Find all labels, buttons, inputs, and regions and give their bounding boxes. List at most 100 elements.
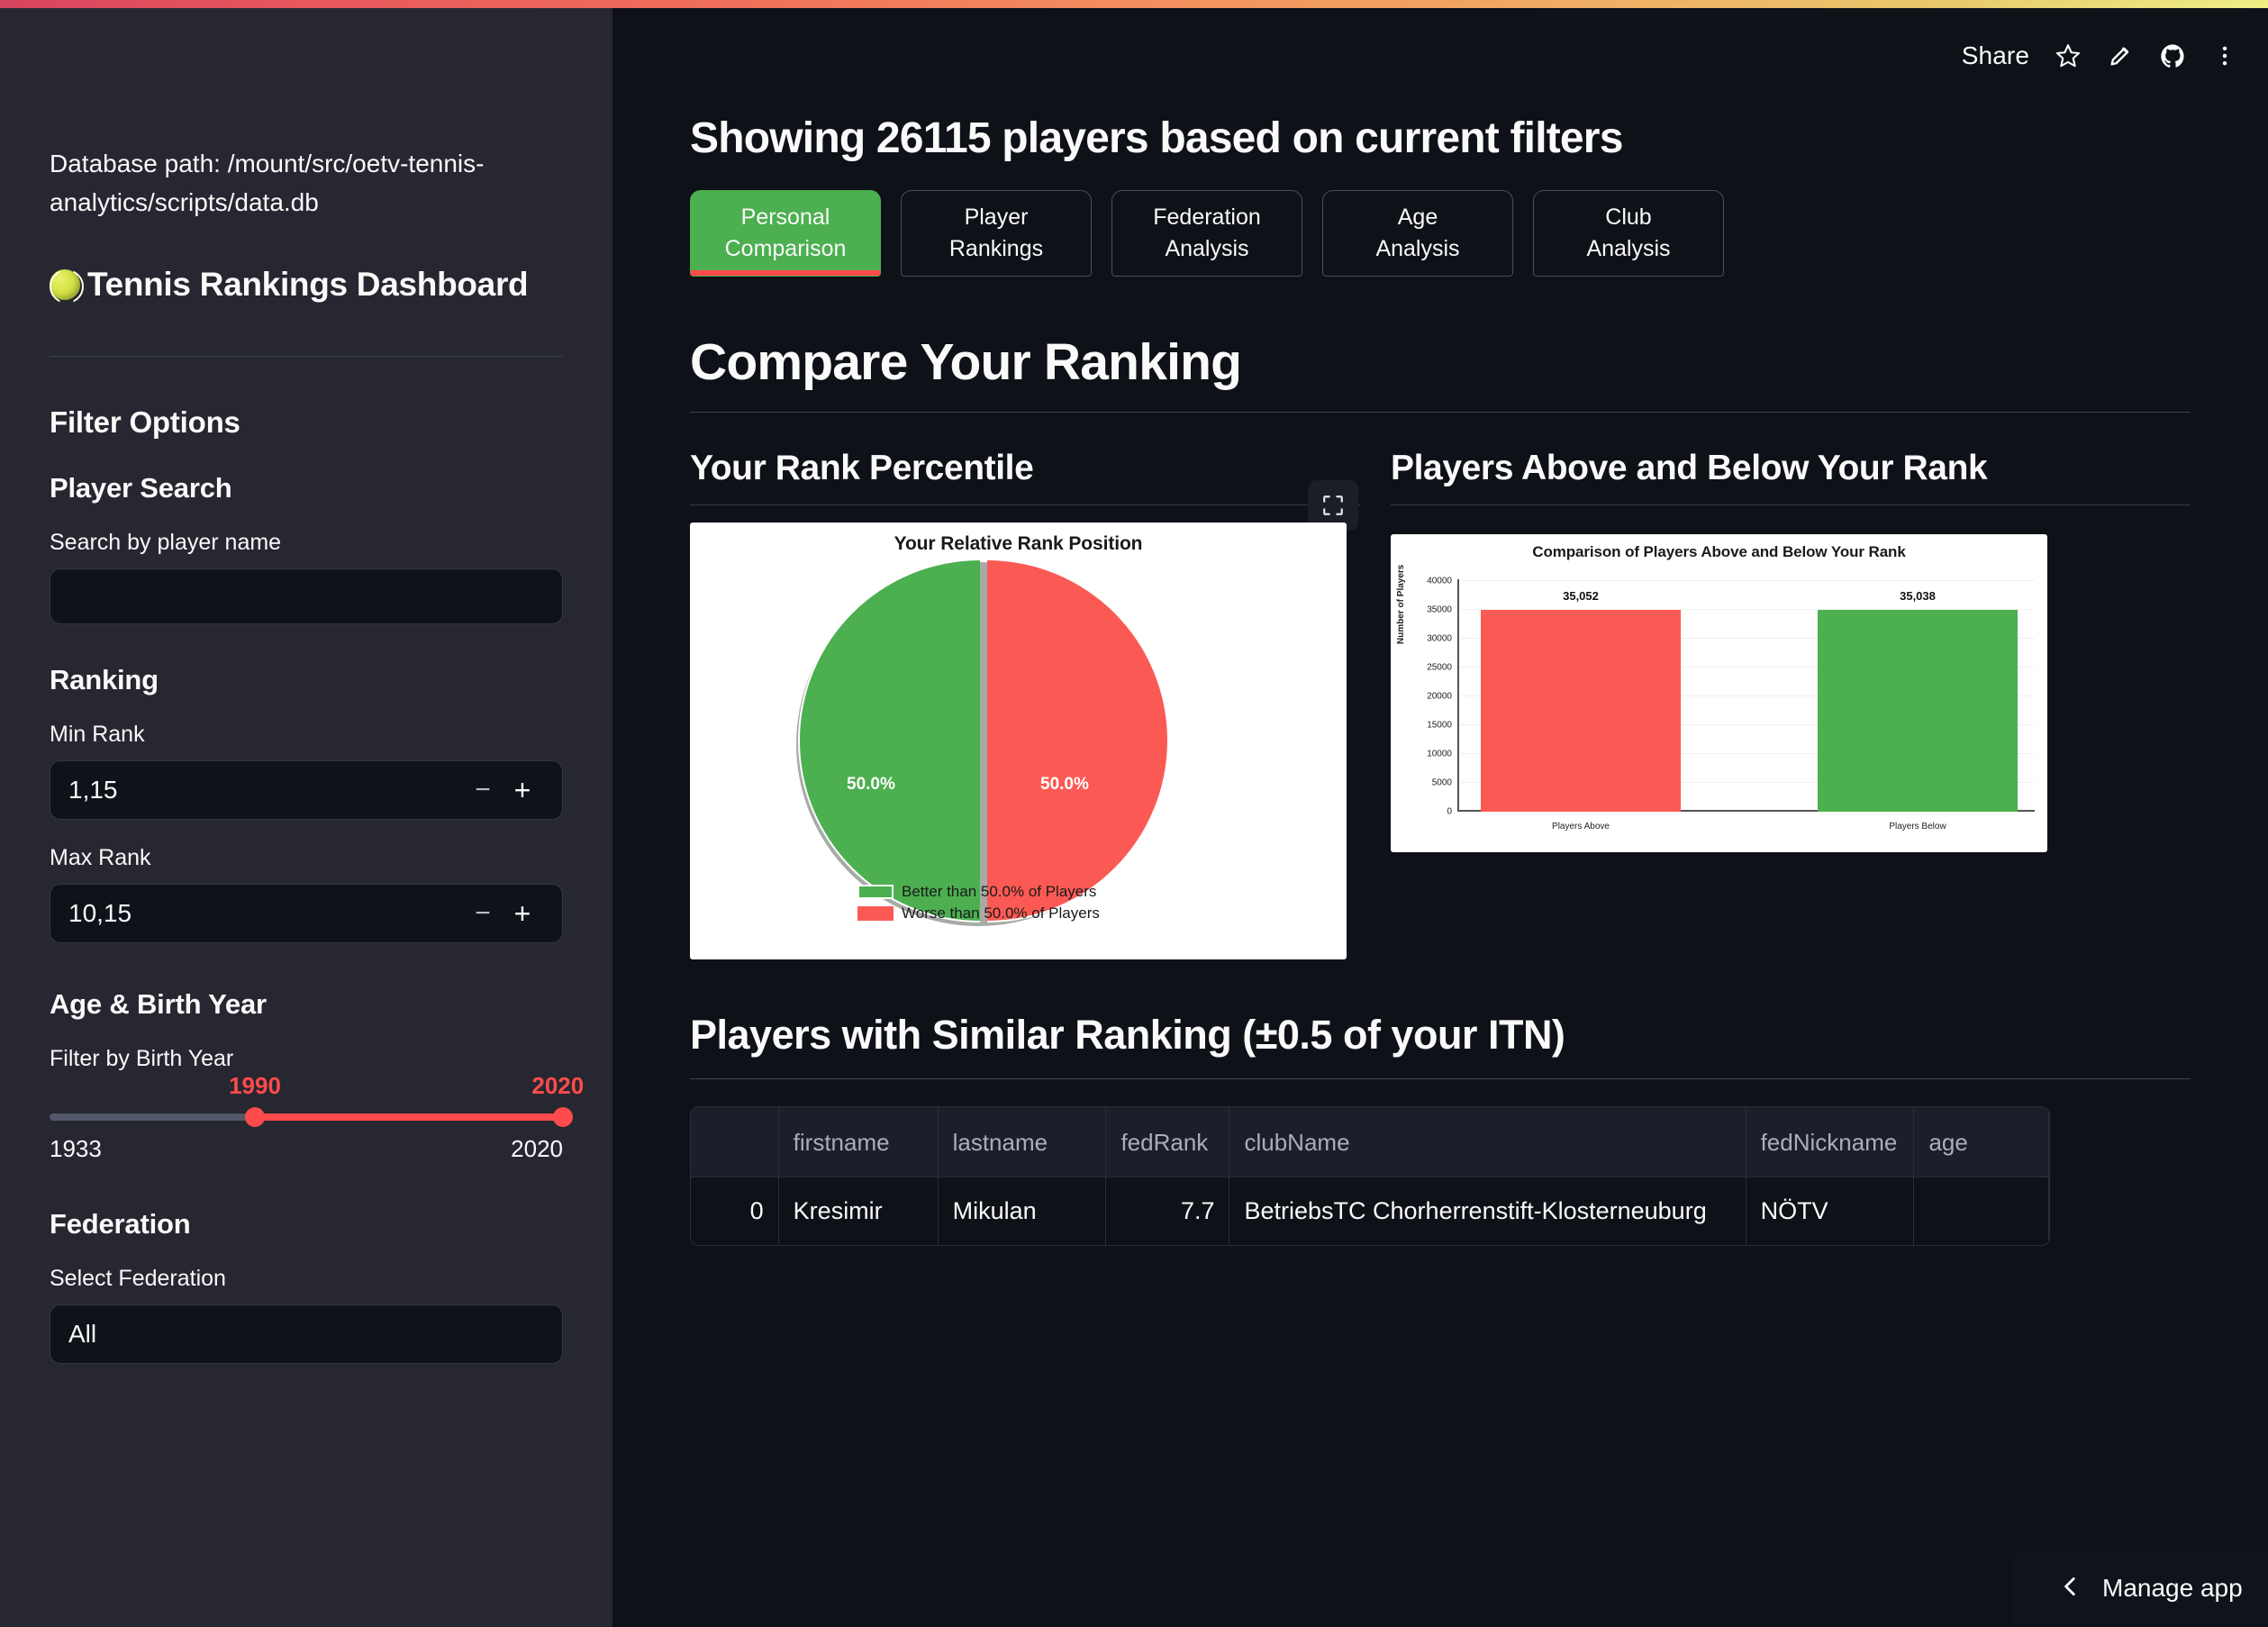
sidebar-divider (50, 355, 563, 357)
bar-chart-stage: Number of Players 40000 35000 30000 2500… (1391, 561, 2047, 846)
y-tick-label: 15000 (1427, 720, 1452, 731)
max-rank-stepper[interactable]: 10,15 − + (50, 883, 563, 943)
app-root: Database path: /mount/src/oetv-tennis-an… (0, 0, 2268, 1627)
federation-select[interactable]: All (50, 1304, 563, 1364)
pie-label-better: 50.0% (847, 774, 895, 794)
cell-lastname: Mikulan (938, 1177, 1107, 1245)
y-axis-line (1457, 578, 1459, 812)
bar-players-below (1818, 609, 2018, 812)
birth-year-range-slider[interactable]: 1990 2020 1933 2020 (50, 1072, 584, 1163)
tab-club-analysis[interactable]: Club Analysis (1533, 190, 1724, 277)
page-title: Compare Your Ranking (690, 333, 1242, 391)
page-title-divider (690, 412, 2191, 413)
overflow-menu-icon[interactable] (2212, 43, 2237, 68)
pie-slice-worse (987, 558, 1169, 923)
star-icon[interactable] (2055, 42, 2082, 69)
tab-federation-analysis[interactable]: Federation Analysis (1111, 190, 1302, 277)
manage-app-label: Manage app (2102, 1574, 2243, 1602)
min-rank-label: Min Rank (50, 721, 145, 747)
similar-players-table[interactable]: firstname lastname fedRank clubName fedN… (690, 1105, 2050, 1246)
pencil-icon[interactable] (2107, 42, 2134, 69)
federation-selected-value: All (68, 1319, 97, 1348)
showing-players-title: Showing 26115 players based on current f… (690, 114, 1623, 162)
players-above-below-divider (1391, 504, 2191, 505)
age-birth-year-heading: Age & Birth Year (50, 987, 267, 1020)
rank-percentile-heading: Your Rank Percentile (690, 449, 1034, 487)
y-tick-label: 25000 (1427, 662, 1452, 673)
pie-chart-title: Your Relative Rank Position (894, 532, 1143, 554)
column-header-index[interactable] (691, 1106, 779, 1177)
y-tick-label: 10000 (1427, 749, 1452, 759)
pie-label-worse: 50.0% (1040, 774, 1089, 794)
bar-value-players-below: 35,038 (1900, 588, 1936, 603)
filter-options-heading: Filter Options (50, 404, 240, 439)
column-header-clubname[interactable]: clubName (1229, 1106, 1746, 1177)
column-header-firstname[interactable]: firstname (778, 1106, 939, 1177)
github-icon[interactable] (2159, 42, 2187, 70)
ranking-heading: Ranking (50, 663, 159, 695)
pie-chart-stage: 50.0% 50.0% Better than 50.0% of Players… (690, 555, 1347, 942)
y-tick-label: 20000 (1427, 691, 1452, 702)
slider-track[interactable] (50, 1106, 573, 1127)
max-rank-label: Max Rank (50, 844, 151, 870)
share-button[interactable]: Share (1962, 41, 2029, 70)
pie-chart: Your Relative Rank Position 50.0% 50.0% … (690, 522, 1347, 959)
y-tick-label: 5000 (1431, 777, 1452, 788)
legend-item: Better than 50.0% of Players (857, 883, 1100, 901)
player-search-input[interactable] (50, 568, 563, 624)
max-rank-increment-button[interactable]: + (503, 899, 542, 928)
legend-item: Worse than 50.0% of Players (857, 904, 1100, 923)
legend-label-better: Better than 50.0% of Players (902, 882, 1097, 900)
y-tick-label: 0 (1447, 806, 1452, 817)
sidebar: Database path: /mount/src/oetv-tennis-an… (0, 0, 612, 1627)
pie-slice-better (798, 558, 980, 923)
column-header-lastname[interactable]: lastname (938, 1106, 1107, 1177)
slider-thumb-high[interactable] (553, 1106, 573, 1127)
table-row[interactable]: 0 Kresimir Mikulan 7.7 BetriebsTC Chorhe… (691, 1177, 2049, 1245)
players-above-below-heading: Players Above and Below Your Rank (1391, 449, 1988, 487)
column-header-fedrank[interactable]: fedRank (1105, 1106, 1230, 1177)
select-federation-label: Select Federation (50, 1265, 226, 1291)
y-tick-label: 40000 (1427, 576, 1452, 586)
players-above-below-panel: Players Above and Below Your Rank Compar… (1391, 449, 2191, 959)
birth-year-range-min: 1933 (50, 1134, 102, 1162)
x-tick-label: Players Above (1552, 821, 1610, 832)
birth-year-label: Filter by Birth Year (50, 1045, 234, 1071)
cell-age (1913, 1177, 2049, 1245)
tab-personal-comparison[interactable]: Personal Comparison (690, 190, 881, 277)
app-title: Tennis Rankings Dashboard (50, 266, 563, 304)
rank-percentile-panel: Your Rank Percentile Your Relative Rank … (690, 449, 1360, 959)
slider-thumb-low[interactable] (245, 1106, 265, 1127)
x-tick-label: Players Below (1889, 821, 1946, 832)
player-search-label: Search by player name (50, 529, 282, 555)
cell-clubname: BetriebsTC Chorherrenstift-Klosterneubur… (1229, 1177, 1746, 1245)
slider-selected-range (255, 1113, 563, 1121)
min-rank-increment-button[interactable]: + (503, 776, 542, 804)
database-path-text: Database path: /mount/src/oetv-tennis-an… (50, 150, 485, 217)
app-title-text: Tennis Rankings Dashboard (87, 265, 529, 303)
manage-app-button[interactable]: Manage app (2012, 1550, 2268, 1627)
tab-label-line2: Analysis (1375, 236, 1460, 261)
tab-label-line1: Player (964, 204, 1029, 230)
legend-label-worse: Worse than 50.0% of Players (902, 904, 1100, 922)
tab-label-line2: Comparison (724, 236, 847, 261)
max-rank-decrement-button[interactable]: − (463, 899, 503, 927)
tab-player-rankings[interactable]: Player Rankings (901, 190, 1092, 277)
bar-chart-title: Comparison of Players Above and Below Yo… (1532, 542, 1906, 560)
tennis-ball-icon (50, 268, 80, 300)
y-tick-label: 30000 (1427, 633, 1452, 644)
column-header-age[interactable]: age (1913, 1106, 2049, 1177)
tab-label-line2: Analysis (1165, 236, 1249, 261)
tab-label-line2: Analysis (1586, 236, 1671, 261)
min-rank-decrement-button[interactable]: − (463, 776, 503, 804)
app-toolbar: Share (1962, 41, 2237, 70)
column-header-fednickname[interactable]: fedNickname (1746, 1106, 1915, 1177)
tab-label-line1: Personal (740, 204, 830, 230)
pie-legend: Better than 50.0% of Players Worse than … (857, 883, 1100, 926)
tab-label-line1: Age (1397, 204, 1438, 230)
min-rank-value: 1,15 (68, 775, 118, 804)
tab-age-analysis[interactable]: Age Analysis (1322, 190, 1513, 277)
min-rank-stepper[interactable]: 1,15 − + (50, 759, 563, 820)
tab-label-line1: Federation (1153, 204, 1261, 230)
cell-firstname: Kresimir (778, 1177, 939, 1245)
